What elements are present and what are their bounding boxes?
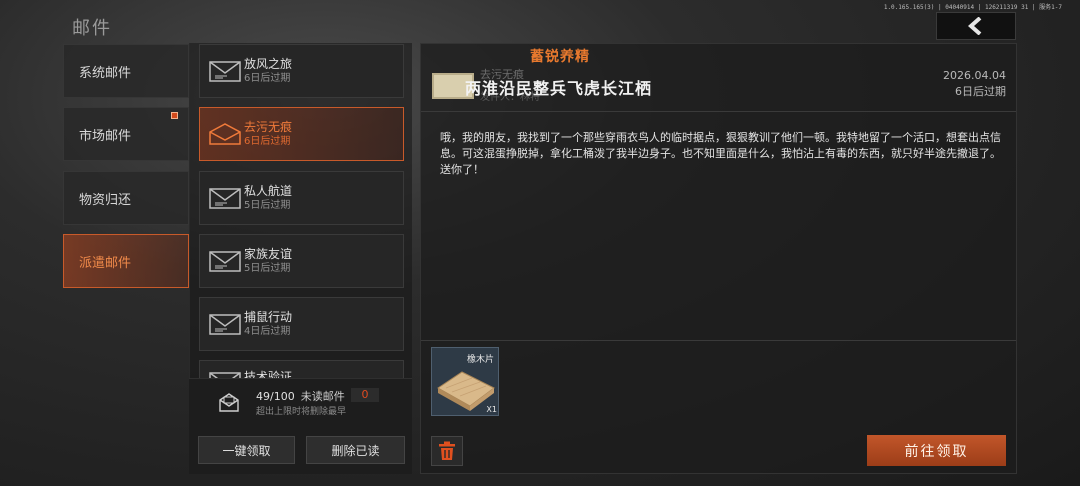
mail-name: 家族友谊 (244, 247, 293, 261)
category-dispatch-mail[interactable]: 派遣邮件 (63, 234, 189, 288)
chevron-left-icon (968, 17, 982, 35)
new-indicator-badge (171, 112, 178, 119)
mail-item[interactable]: 私人航道 5日后过期 (199, 171, 404, 225)
mail-expire: 6日后过期 (244, 136, 291, 147)
mail-count-value: 49/100 (256, 390, 295, 403)
category-market-mail[interactable]: 市场邮件 (63, 107, 189, 161)
category-supply-return[interactable]: 物资归还 (63, 171, 189, 225)
attachment-name: 橡木片 (466, 355, 494, 365)
mail-expire-detail: 6日后过期 (955, 85, 1006, 98)
delete-mail-button[interactable] (431, 436, 463, 466)
category-label: 派遣邮件 (79, 255, 132, 271)
attachment-quantity: X1 (486, 405, 497, 414)
version-info: 1.0.165.165(3) | 04040914 | 126211319 31… (883, 4, 1062, 11)
envelope-icon (209, 188, 241, 209)
mail-limit-hint: 超出上限时将删除最早 (256, 407, 347, 417)
unread-count-badge: 0 (351, 388, 379, 402)
envelope-icon (209, 61, 241, 82)
category-label: 系统邮件 (79, 65, 132, 81)
category-label: 物资归还 (79, 192, 132, 208)
envelope-icon (209, 251, 241, 272)
mail-item[interactable]: 技术验证 (199, 360, 404, 380)
envelope-icon (209, 314, 241, 335)
mail-date: 2026.04.04 (943, 69, 1006, 82)
trash-icon (439, 441, 455, 460)
mail-expire: 6日后过期 (244, 73, 291, 84)
mail-expire: 4日后过期 (244, 326, 291, 337)
sender-banner: 蓄锐养精 (530, 49, 590, 65)
mail-name: 捕鼠行动 (244, 310, 293, 324)
category-label: 市场邮件 (79, 128, 132, 144)
back-button[interactable] (936, 12, 1016, 40)
page-title: 邮件 (72, 18, 112, 39)
divider (421, 340, 1016, 341)
go-claim-button[interactable]: 前往领取 (867, 435, 1006, 466)
mail-expire: 5日后过期 (244, 263, 291, 274)
category-system-mail[interactable]: 系统邮件 (63, 44, 189, 98)
mail-item[interactable]: 捕鼠行动 4日后过期 (199, 297, 404, 351)
mail-expire: 5日后过期 (244, 200, 291, 211)
mail-body: 哦，我的朋友，我找到了一个那些穿雨衣鸟人的临时据点，狠狠教训了他们一顿。我特地留… (440, 131, 1001, 176)
mail-count: 49/100 未读邮件 (256, 388, 345, 404)
divider (421, 111, 1016, 112)
mail-item-selected[interactable]: 去污无痕 6日后过期 (199, 107, 404, 161)
claim-all-button[interactable]: 一键领取 (198, 436, 295, 464)
mail-item[interactable]: 放风之旅 6日后过期 (199, 44, 404, 98)
mail-item[interactable]: 家族友谊 5日后过期 (199, 234, 404, 288)
mail-name: 去污无痕 (244, 120, 293, 134)
mail-name: 私人航道 (244, 184, 293, 198)
mailbox-icon (219, 393, 239, 412)
delete-read-button[interactable]: 删除已读 (306, 436, 405, 464)
unread-label: 未读邮件 (300, 390, 345, 403)
mail-subject: 两淮沿民整兵飞虎长江栖 (465, 79, 653, 98)
mail-detail-panel (420, 43, 1017, 474)
mail-name: 放风之旅 (244, 57, 293, 71)
envelope-open-icon (209, 123, 241, 145)
